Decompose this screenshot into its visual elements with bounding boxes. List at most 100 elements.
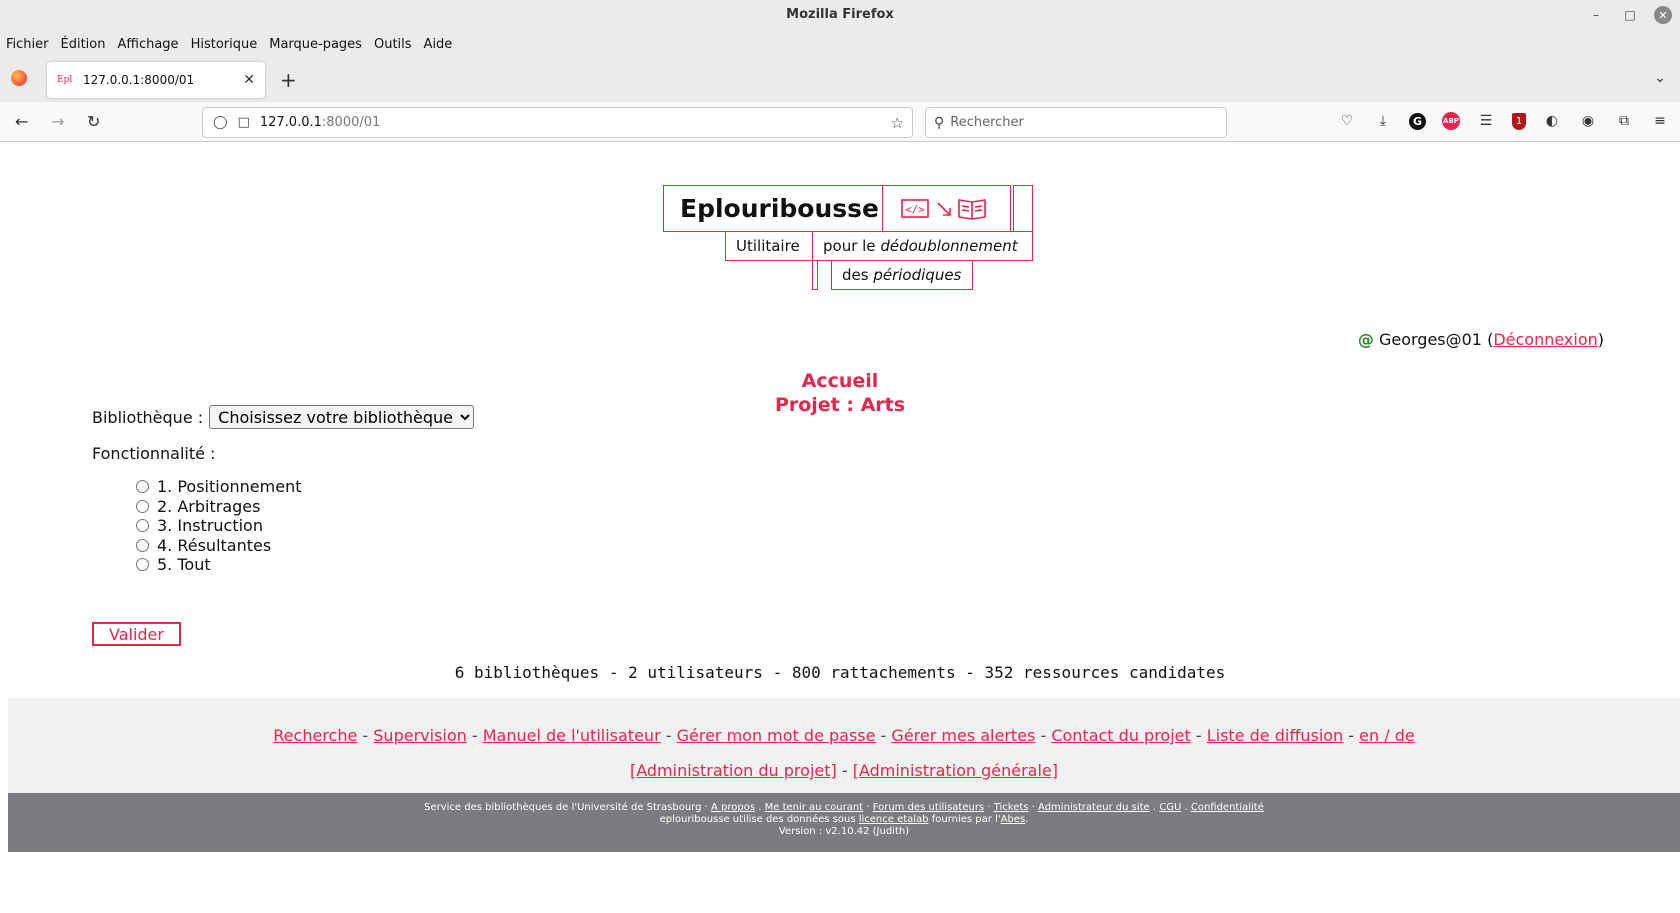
privacy-extension-icon[interactable]: ◐ <box>1542 111 1562 131</box>
page-info-icon[interactable]: □ <box>238 115 250 130</box>
adblock-plus-icon[interactable]: ABP <box>1442 112 1460 130</box>
list-all-tabs-icon[interactable]: ⌄ <box>1654 70 1666 86</box>
menu-aide[interactable]: Aide <box>424 37 453 52</box>
logo-sub3-line <box>812 260 818 290</box>
back-icon[interactable]: ← <box>15 112 28 131</box>
feature-radio-1[interactable] <box>136 480 149 494</box>
site-logo[interactable]: Eplouribousse </> Utilitaire pour le déd… <box>663 185 1033 300</box>
arrow-icon <box>937 202 951 216</box>
ublock-icon[interactable]: 1 <box>1512 112 1526 130</box>
footer-link-abes[interactable]: Abes <box>1001 814 1026 825</box>
footer-link-licence[interactable]: licence etalab <box>859 814 929 825</box>
footer-link-cgu[interactable]: CGU <box>1159 802 1181 813</box>
menu-affichage[interactable]: Affichage <box>117 37 178 52</box>
maximize-icon[interactable]: □ <box>1620 5 1640 25</box>
grammar-extension-icon[interactable]: G <box>1409 112 1426 130</box>
logo-title: Eplouribousse <box>680 194 879 223</box>
firefox-view-icon[interactable] <box>11 70 27 86</box>
window-controls: – □ ✕ <box>1586 5 1672 25</box>
feature-option-label: 3. Instruction <box>157 516 263 535</box>
url-bar[interactable]: ◯ □ 127.0.0.1:8000/01 ☆ <box>202 107 913 138</box>
site-footer: Service des bibliothèques de l'Universit… <box>8 793 1680 852</box>
footer-link-forum[interactable]: Forum des utilisateurs <box>873 802 984 813</box>
window-titlebar: Mozilla Firefox – □ ✕ <box>0 0 1680 30</box>
stats-line: 6 bibliothèques - 2 utilisateurs - 800 r… <box>454 663 1226 682</box>
footer-link-tickets[interactable]: Tickets <box>994 802 1029 813</box>
user-paren-close: ) <box>1597 330 1604 349</box>
menu-historique[interactable]: Historique <box>191 37 258 52</box>
tab-title: 127.0.0.1:8000/01 <box>83 73 195 87</box>
page-content: Eplouribousse </> Utilitaire pour le déd… <box>0 143 1680 913</box>
link-admin-generale[interactable]: [Administration générale] <box>853 761 1058 780</box>
menu-edition[interactable]: Édition <box>61 37 106 52</box>
footer-link-apropos[interactable]: A propos <box>711 802 755 813</box>
pocket-icon[interactable]: ♡ <box>1337 111 1357 131</box>
separator: - <box>357 726 374 745</box>
footer-line-2: eplouribousse utilise des données sous l… <box>8 814 1680 826</box>
separator: - <box>1035 726 1052 745</box>
feature-option-tout[interactable]: 5. Tout <box>136 555 301 575</box>
link-liste-diffusion[interactable]: Liste de diffusion <box>1207 726 1343 745</box>
tab-active[interactable]: Epl 127.0.0.1:8000/01 ✕ <box>47 62 265 98</box>
url-path: :8000/01 <box>321 115 381 130</box>
feature-radio-5[interactable] <box>136 558 149 572</box>
forward-icon[interactable]: → <box>51 112 64 131</box>
feature-radio-4[interactable] <box>136 538 149 552</box>
feature-radio-group: 1. Positionnement 2. Arbitrages 3. Instr… <box>136 477 301 575</box>
menu-fichier[interactable]: Fichier <box>6 37 49 52</box>
link-mot-de-passe[interactable]: Gérer mon mot de passe <box>677 726 876 745</box>
feature-option-label: 4. Résultantes <box>157 535 272 555</box>
tab-close-icon[interactable]: ✕ <box>243 72 255 88</box>
link-admin-projet[interactable]: [Administration du projet] <box>630 761 837 780</box>
reload-icon[interactable]: ↻ <box>87 112 100 131</box>
logo-icon-box: </> <box>882 185 1011 232</box>
account-extension-icon[interactable]: ◉ <box>1578 111 1598 131</box>
logout-link[interactable]: Déconnexion <box>1493 330 1597 349</box>
feature-option-label: 5. Tout <box>157 555 211 574</box>
feature-option-arbitrages[interactable]: 2. Arbitrages <box>136 497 301 517</box>
link-language[interactable]: en / de <box>1359 726 1415 745</box>
home-form: Bibliothèque : Choisissez votre biblioth… <box>92 405 475 429</box>
search-input[interactable] <box>950 115 1201 130</box>
navigation-bar: ← → ↻ ◯ □ 127.0.0.1:8000/01 ☆ ⚲ ♡ ⤓ G AB… <box>0 102 1680 142</box>
bookmark-star-icon[interactable]: ☆ <box>891 114 904 132</box>
search-bar[interactable]: ⚲ <box>925 107 1227 138</box>
feature-option-label: 1. Positionnement <box>157 477 302 496</box>
logo-subtitle-3-italic: périodiques <box>873 266 962 284</box>
footer-links-line-2: [Administration du projet] - [Administra… <box>8 761 1680 780</box>
user-paren-open: ( <box>1481 330 1494 349</box>
logo-subtitle-2-prefix: pour le <box>823 237 881 255</box>
close-window-icon[interactable]: ✕ <box>1654 6 1672 24</box>
library-icon[interactable]: ☰ <box>1476 111 1496 131</box>
menu-marque-pages[interactable]: Marque-pages <box>269 37 362 52</box>
feature-option-instruction[interactable]: 3. Instruction <box>136 516 301 536</box>
link-manuel[interactable]: Manuel de l'utilisateur <box>483 726 661 745</box>
minimize-icon[interactable]: – <box>1586 5 1606 25</box>
footer-link-admin[interactable]: Administrateur du site <box>1038 802 1150 813</box>
library-select[interactable]: Choisissez votre bibliothèque <box>209 405 475 429</box>
tab-strip: Epl 127.0.0.1:8000/01 ✕ + ⌄ <box>0 58 1680 102</box>
window-title: Mozilla Firefox <box>786 7 894 22</box>
feature-radio-2[interactable] <box>136 499 149 513</box>
logo-frame <box>1013 185 1033 232</box>
link-contact[interactable]: Contact du projet <box>1051 726 1190 745</box>
link-supervision[interactable]: Supervision <box>373 726 467 745</box>
footer-link-confidentialite[interactable]: Confidentialité <box>1191 802 1264 813</box>
footer-org: Service des bibliothèques de l'Universit… <box>424 802 702 813</box>
downloads-icon[interactable]: ⤓ <box>1373 111 1393 131</box>
toolbar-icons: ♡ ⤓ G ABP ☰ 1 ◐ ◉ ⧉ ≡ <box>1337 111 1670 131</box>
link-recherche[interactable]: Recherche <box>273 726 357 745</box>
feature-option-resultantes[interactable]: 4. Résultantes <box>136 536 301 556</box>
logo-sub2-box: pour le dédoublonnement <box>812 231 1033 261</box>
link-alertes[interactable]: Gérer mes alertes <box>891 726 1035 745</box>
extensions-icon[interactable]: ⧉ <box>1614 111 1634 131</box>
feature-radio-3[interactable] <box>136 519 149 533</box>
new-tab-icon[interactable]: + <box>280 68 297 92</box>
feature-option-positionnement[interactable]: 1. Positionnement <box>136 477 301 497</box>
logo-subtitle-3: des périodiques <box>842 266 961 284</box>
footer-link-courant[interactable]: Me tenir au courant <box>765 802 864 813</box>
tracking-protection-icon[interactable]: ◯ <box>213 115 228 130</box>
hamburger-menu-icon[interactable]: ≡ <box>1650 111 1670 131</box>
menu-outils[interactable]: Outils <box>374 37 412 52</box>
submit-button[interactable]: Valider <box>92 622 181 646</box>
